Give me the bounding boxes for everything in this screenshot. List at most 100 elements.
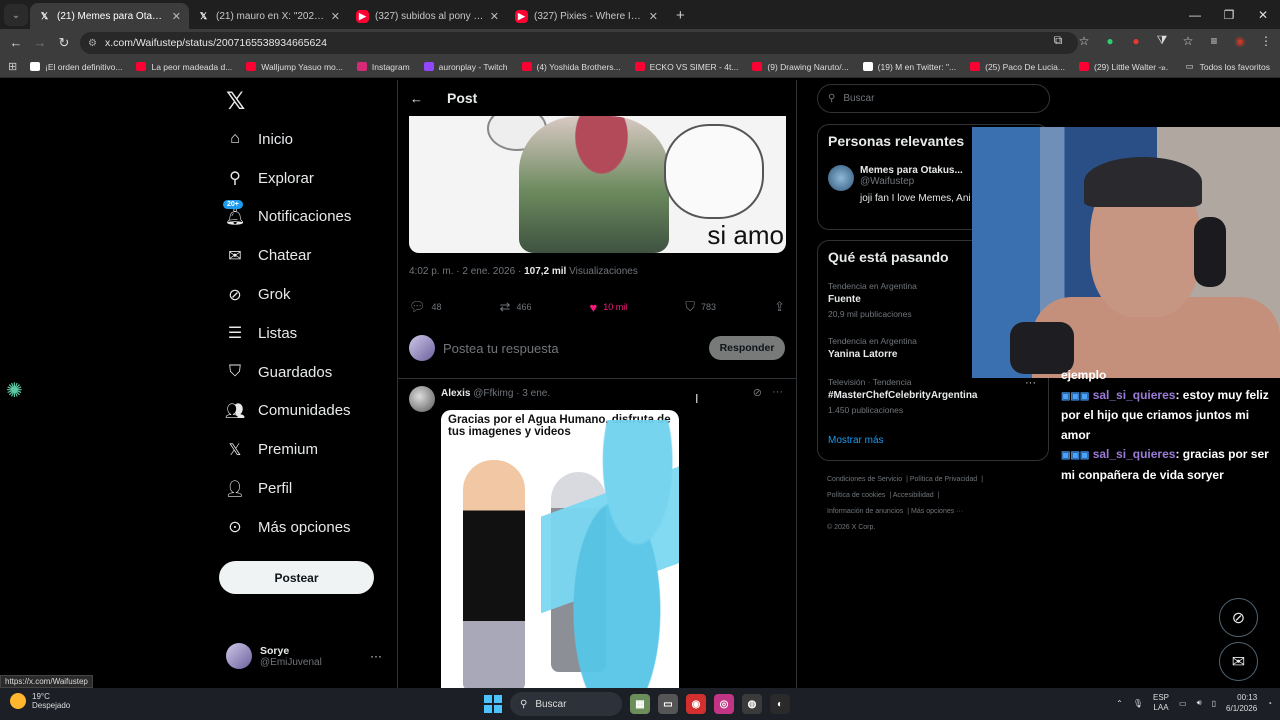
back-arrow-icon[interactable]: ← xyxy=(410,91,423,106)
grok-icon[interactable]: ⊘ xyxy=(753,386,762,399)
profile-icon[interactable]: ◉ xyxy=(1232,34,1248,48)
back-arrow-icon[interactable]: ← xyxy=(4,35,28,50)
extension-green-icon[interactable]: ● xyxy=(1102,34,1118,48)
trend-item[interactable]: Tendencia en Argentina Yanina Latorre xyxy=(828,336,917,360)
all-bookmarks[interactable]: » ▭ Todos los favoritos xyxy=(1161,61,1270,72)
sidebar-item-grok[interactable]: ⊘ Grok xyxy=(226,275,351,314)
obs-icon[interactable]: ◐ xyxy=(770,694,790,714)
browser-tab[interactable]: 𝕏 (21) mauro en X: "2025: grok en ✕ xyxy=(189,3,348,29)
sidebar-item-bookmarks[interactable]: ⛉ Guardados xyxy=(226,353,351,392)
browser-tab[interactable]: ▶ (327) subidos al pony - YouTube ✕ xyxy=(348,3,507,29)
sidebar-item-communities[interactable]: 👥︎ Comunidades xyxy=(225,392,351,431)
close-tab-icon[interactable]: ✕ xyxy=(331,10,340,23)
close-tab-icon[interactable]: ✕ xyxy=(649,10,658,23)
taskbar-search[interactable]: ⚲ Buscar xyxy=(510,692,622,716)
sidebar-item-explore[interactable]: ⚲ Explorar xyxy=(226,159,351,198)
notifications-icon[interactable]: ◔ xyxy=(1267,699,1272,708)
bookmark-item[interactable]: ¡El orden definitivo... xyxy=(30,62,122,72)
bookmark-item[interactable]: La peor madeada d... xyxy=(136,62,232,72)
sidebar-item-profile[interactable]: 👤︎ Perfil xyxy=(225,469,351,508)
close-tab-icon[interactable]: ✕ xyxy=(490,10,499,23)
menu-icon[interactable]: ⋮ xyxy=(1258,34,1274,48)
footer-link[interactable]: Política de Privacidad xyxy=(910,476,977,483)
browser-tab[interactable]: 𝕏 (21) Memes para Otakus Gaymer ✕ xyxy=(30,3,189,29)
more-icon[interactable]: ··· xyxy=(1025,377,1036,389)
post-image[interactable]: si amo xyxy=(409,116,786,253)
footer-link[interactable]: Condiciones de Servicio xyxy=(827,476,902,483)
more-icon[interactable]: ··· xyxy=(772,386,783,399)
browser-tab[interactable]: ▶ (327) Pixies - Where Is My Mind ✕ xyxy=(507,3,666,29)
reply-author-name[interactable]: Alexis xyxy=(441,388,470,399)
sidebar-item-lists[interactable]: ☰ Listas xyxy=(226,314,351,353)
chevron-up-icon[interactable]: ⌃ xyxy=(1116,699,1123,708)
avatar[interactable] xyxy=(409,386,435,412)
forward-arrow-icon[interactable]: → xyxy=(28,35,52,50)
close-tab-icon[interactable]: ✕ xyxy=(172,10,181,23)
grok-fab-icon[interactable]: ⊘ xyxy=(1219,598,1258,637)
bookmark-item[interactable]: auronplay - Twitch xyxy=(423,62,508,72)
messages-fab-icon[interactable]: ✉ xyxy=(1219,642,1258,681)
extensions-icon[interactable]: ⧩ xyxy=(1154,33,1170,48)
reply-button[interactable]: Responder xyxy=(709,336,785,360)
more-icon[interactable]: ··· xyxy=(370,649,382,663)
app-red-icon[interactable]: ◉ xyxy=(686,694,706,714)
star-icon[interactable]: ☆ xyxy=(1076,34,1092,48)
account-switcher[interactable]: Sorye @EmiJuvenal ··· xyxy=(226,643,386,669)
bookmark-item[interactable]: (4) Yoshida Brothers... xyxy=(521,62,621,72)
restore-icon[interactable]: ❐ xyxy=(1212,8,1246,22)
microphone-icon[interactable]: 🎙︎ xyxy=(1133,699,1143,708)
favorites-icon[interactable]: ☆ xyxy=(1180,34,1196,48)
bookmark-item[interactable]: (9) Drawing Naruto/... xyxy=(752,62,849,72)
trend-item[interactable]: Televisión · Tendencia #MasterChefCelebr… xyxy=(828,377,977,415)
media-icon[interactable]: ≡ xyxy=(1206,34,1222,48)
bookmark-item[interactable]: ECKO VS SIMER - 4t... xyxy=(634,62,738,72)
install-app-icon[interactable]: ⧉ xyxy=(1050,33,1066,48)
tab-search-button[interactable]: ⌄ xyxy=(4,4,28,26)
search-input[interactable]: ⚲ Buscar xyxy=(817,84,1050,113)
footer-link[interactable]: Información de anuncios xyxy=(827,508,903,515)
apps-icon[interactable]: ⊞ xyxy=(8,60,20,73)
windows-start-icon[interactable] xyxy=(484,695,502,713)
share-action[interactable]: ⇪ xyxy=(774,299,785,315)
bookmark-item[interactable]: (25) Paco De Lucia... xyxy=(970,62,1065,72)
show-more-link[interactable]: Mostrar más xyxy=(828,435,884,446)
weather-widget[interactable]: 19°C Despejado xyxy=(10,692,70,710)
battery-icon[interactable]: ▯ xyxy=(1212,699,1216,708)
like-action[interactable]: ♥ 10 mil xyxy=(590,300,628,315)
language-indicator[interactable]: ESP LAA xyxy=(1153,693,1169,713)
task-view-icon[interactable]: ▭ xyxy=(658,694,678,714)
sidebar-item-home[interactable]: ⌂ Inicio xyxy=(226,120,351,159)
volume-icon[interactable]: 🔊︎ xyxy=(1197,698,1202,708)
sidebar-item-more[interactable]: ⊙ Más opciones xyxy=(226,508,351,547)
bookmark-item[interactable]: Instagram xyxy=(356,62,410,72)
sidebar-item-notifications[interactable]: 🔔︎ 20+ Notificaciones xyxy=(223,198,351,237)
close-window-icon[interactable]: ✕ xyxy=(1246,8,1280,22)
post-time[interactable]: 4:02 p. m. · 2 ene. 2026 · xyxy=(409,266,524,277)
sidebar-item-chat[interactable]: ✉ Chatear xyxy=(226,236,351,275)
clock[interactable]: 00:13 6/1/2026 xyxy=(1226,692,1257,714)
extension-red-icon[interactable]: ● xyxy=(1128,34,1144,48)
bookmark-item[interactable]: (29) Little Walter -... xyxy=(1078,62,1168,72)
sidebar-item-premium[interactable]: 𝕏 Premium xyxy=(226,430,351,469)
reply-author-handle[interactable]: @Ffkimg xyxy=(473,388,513,399)
chevron-right-icon[interactable]: » xyxy=(1161,62,1166,72)
reply-input[interactable]: Postea tu respuesta xyxy=(443,341,709,356)
chatgpt-extension-icon[interactable]: ✺ xyxy=(6,378,23,403)
network-icon[interactable]: ▭ xyxy=(1179,699,1187,708)
x-logo-icon[interactable]: 𝕏 xyxy=(226,87,245,115)
minimize-icon[interactable]: — xyxy=(1178,8,1212,22)
new-tab-button[interactable]: + xyxy=(676,7,685,24)
footer-link[interactable]: Más opciones ··· xyxy=(911,508,963,515)
reply-action[interactable]: 💬︎ 48 xyxy=(409,299,442,315)
chrome-icon[interactable]: ◍ xyxy=(742,694,762,714)
reply-image[interactable]: Gracias por el Agua Humano, disfruta de … xyxy=(441,410,679,688)
footer-link[interactable]: Política de cookies xyxy=(827,492,885,499)
widgets-icon[interactable]: ▦ xyxy=(630,694,650,714)
bookmark-item[interactable]: (19) M en Twitter: "... xyxy=(862,62,956,72)
footer-link[interactable]: Accesibilidad xyxy=(893,492,934,499)
post-button[interactable]: Postear xyxy=(219,561,374,594)
site-info-icon[interactable]: ⚙ xyxy=(88,38,97,49)
trend-item[interactable]: Tendencia en Argentina Fuente 20,9 mil p… xyxy=(828,281,917,319)
reload-icon[interactable]: ↻ xyxy=(52,35,76,51)
instagram-icon[interactable]: ◎ xyxy=(714,694,734,714)
